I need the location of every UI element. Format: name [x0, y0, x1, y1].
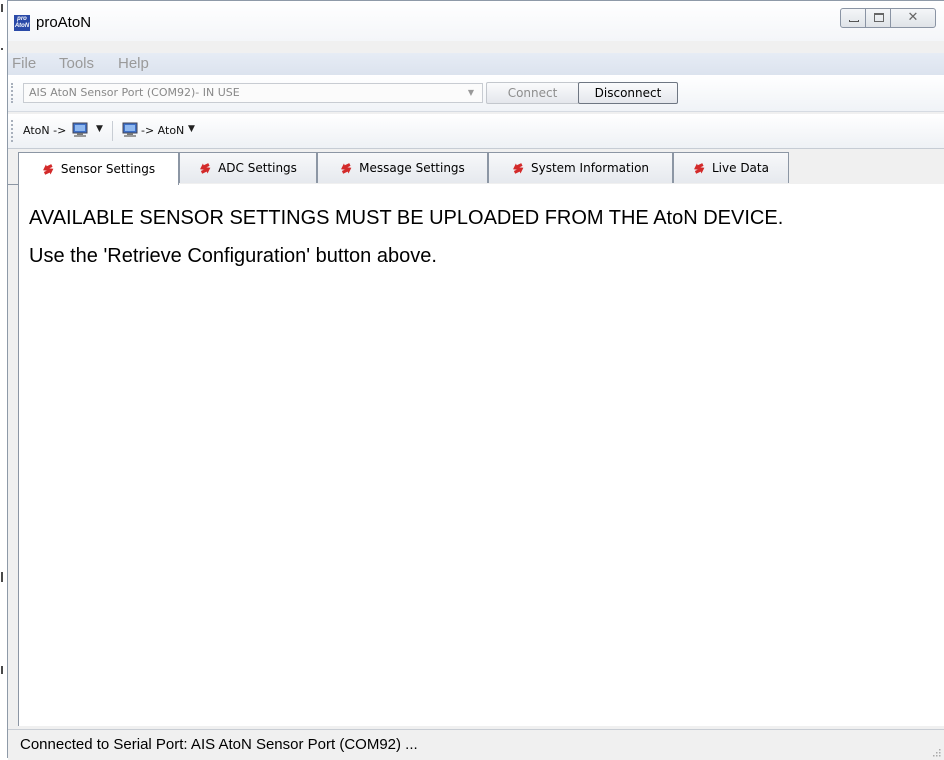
tab-sensor-settings[interactable]: Sensor Settings — [18, 152, 179, 185]
tab-label: Live Data — [712, 161, 769, 175]
tab-message-settings[interactable]: Message Settings — [317, 152, 488, 183]
menu-tools[interactable]: Tools — [59, 55, 94, 72]
toolbar-grip[interactable] — [11, 83, 15, 103]
tab-strip: Sensor Settings ADC Settings Message Set… — [8, 152, 944, 185]
toolbar-grip[interactable] — [11, 120, 15, 142]
connection-status: Connected to Serial Port: AIS AtoN Senso… — [20, 736, 418, 753]
window-controls: ✕ — [840, 8, 936, 28]
computer-upload-icon[interactable] — [121, 122, 139, 137]
chevron-down-icon: ▼ — [467, 88, 474, 97]
maximize-button[interactable] — [865, 8, 891, 28]
tab-adc-settings[interactable]: ADC Settings — [179, 152, 317, 183]
status-bar: Connected to Serial Port: AIS AtoN Senso… — [8, 729, 944, 760]
tab-label: Sensor Settings — [60, 162, 156, 176]
menu-help[interactable]: Help — [118, 55, 149, 72]
refresh-arrows-icon — [513, 163, 524, 174]
tab-label: System Information — [530, 161, 650, 175]
upload-required-message: AVAILABLE SENSOR SETTINGS MUST BE UPLOAD… — [29, 207, 784, 229]
connection-toolbar: AIS AtoN Sensor Port (COM92)- IN USE ▼ C… — [8, 75, 944, 112]
window-title: proAtoN — [36, 14, 92, 31]
close-icon: ✕ — [907, 10, 919, 25]
refresh-arrows-icon — [42, 164, 54, 175]
desktop-edge — [0, 0, 4, 758]
title-bar[interactable]: pro AtoN proAtoN ✕ — [8, 1, 944, 41]
menu-bar: File Tools Help — [8, 53, 944, 75]
maximize-icon — [874, 13, 884, 22]
menu-file[interactable]: File — [12, 55, 36, 72]
tab-label: Message Settings — [359, 161, 465, 175]
refresh-arrows-icon — [694, 163, 705, 174]
upload-chevron-down-icon[interactable]: ▼ — [188, 124, 195, 134]
tab-live-data[interactable]: Live Data — [673, 152, 789, 183]
minimize-button[interactable] — [840, 8, 866, 28]
transfer-toolbar: AtoN -> ▼ -> AtoN ▼ — [8, 114, 944, 149]
computer-download-icon[interactable] — [71, 122, 89, 137]
serial-port-select[interactable]: AIS AtoN Sensor Port (COM92)- IN USE ▼ — [23, 83, 483, 103]
download-from-aton-label[interactable]: AtoN -> — [23, 124, 66, 137]
retrieve-configuration-hint: Use the 'Retrieve Configuration' button … — [29, 245, 437, 267]
toolbar-separator — [112, 121, 113, 141]
download-chevron-down-icon[interactable]: ▼ — [96, 124, 103, 134]
connect-button[interactable]: Connect — [486, 82, 579, 104]
refresh-arrows-icon — [341, 163, 352, 174]
close-button[interactable]: ✕ — [890, 8, 936, 28]
tab-system-information[interactable]: System Information — [488, 152, 673, 183]
app-window: pro AtoN proAtoN ✕ File Tools Help AIS A… — [7, 0, 944, 760]
serial-port-value: AIS AtoN Sensor Port (COM92)- IN USE — [29, 86, 240, 99]
upload-to-aton-label[interactable]: -> AtoN — [141, 124, 184, 137]
disconnect-button[interactable]: Disconnect — [578, 82, 678, 104]
app-logo-icon: pro AtoN — [14, 15, 30, 31]
refresh-arrows-icon — [200, 163, 211, 174]
tab-label: ADC Settings — [218, 161, 297, 175]
sensor-settings-panel: AVAILABLE SENSOR SETTINGS MUST BE UPLOAD… — [18, 184, 944, 726]
resize-grip-icon[interactable] — [931, 747, 941, 757]
minimize-icon — [849, 20, 859, 22]
